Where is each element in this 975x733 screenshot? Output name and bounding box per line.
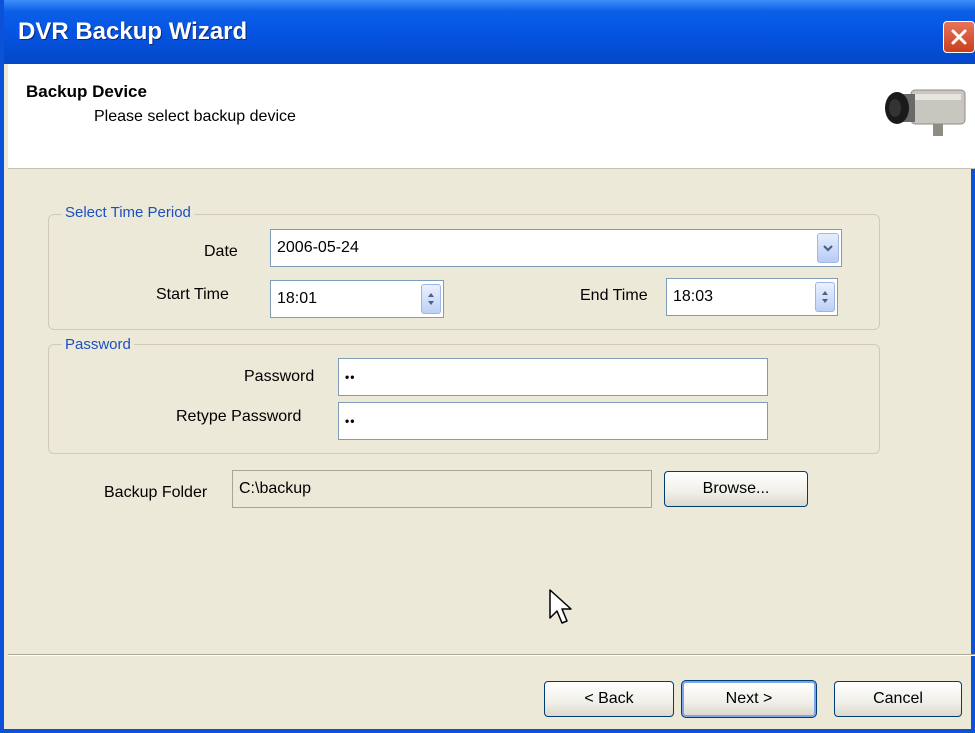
start-time-spinner[interactable] xyxy=(421,284,441,314)
retype-password-input[interactable]: •• xyxy=(338,402,768,440)
cancel-button[interactable]: Cancel xyxy=(834,681,962,717)
close-icon xyxy=(951,29,967,45)
wizard-header: Backup Device Please select backup devic… xyxy=(8,64,975,169)
date-dropdown[interactable]: 2006-05-24 xyxy=(270,229,842,267)
backup-folder-value: C:\backup xyxy=(239,480,312,497)
title-bar[interactable]: DVR Backup Wizard xyxy=(4,0,975,64)
backup-folder-label: Backup Folder xyxy=(104,484,208,501)
password-input[interactable]: •• xyxy=(338,358,768,396)
start-time-label: Start Time xyxy=(156,286,229,303)
end-time-label: End Time xyxy=(580,287,648,304)
retype-password-label: Retype Password xyxy=(176,408,302,425)
time-period-group-label: Select Time Period xyxy=(62,204,194,221)
start-time-input[interactable]: 18:01 xyxy=(270,280,444,318)
close-button[interactable] xyxy=(943,21,975,53)
back-button[interactable]: < Back xyxy=(544,681,674,717)
footer-separator xyxy=(8,654,975,656)
chevron-down-icon xyxy=(823,245,833,252)
backup-folder-input[interactable]: C:\backup xyxy=(232,470,652,508)
camera-icon xyxy=(881,80,969,149)
end-time-spinner[interactable] xyxy=(815,282,835,312)
window-title: DVR Backup Wizard xyxy=(18,18,248,45)
password-label: Password xyxy=(244,368,315,385)
spinner-icon xyxy=(822,291,828,303)
spinner-icon xyxy=(428,293,434,305)
browse-button[interactable]: Browse... xyxy=(664,471,808,507)
password-value: •• xyxy=(345,370,356,384)
start-time-value: 18:01 xyxy=(277,290,318,307)
step-title: Backup Device xyxy=(26,82,147,101)
retype-password-value: •• xyxy=(345,414,356,428)
end-time-input[interactable]: 18:03 xyxy=(666,278,838,316)
next-button[interactable]: Next > xyxy=(681,680,817,718)
mouse-cursor-icon xyxy=(548,588,574,631)
wizard-window: DVR Backup Wizard Backup Device Please s… xyxy=(0,0,975,733)
date-dropdown-button[interactable] xyxy=(817,233,839,263)
step-subtitle: Please select backup device xyxy=(94,108,296,125)
password-group-label: Password xyxy=(62,336,134,353)
date-label: Date xyxy=(204,243,238,260)
end-time-value: 18:03 xyxy=(673,288,714,305)
date-value: 2006-05-24 xyxy=(277,239,359,256)
